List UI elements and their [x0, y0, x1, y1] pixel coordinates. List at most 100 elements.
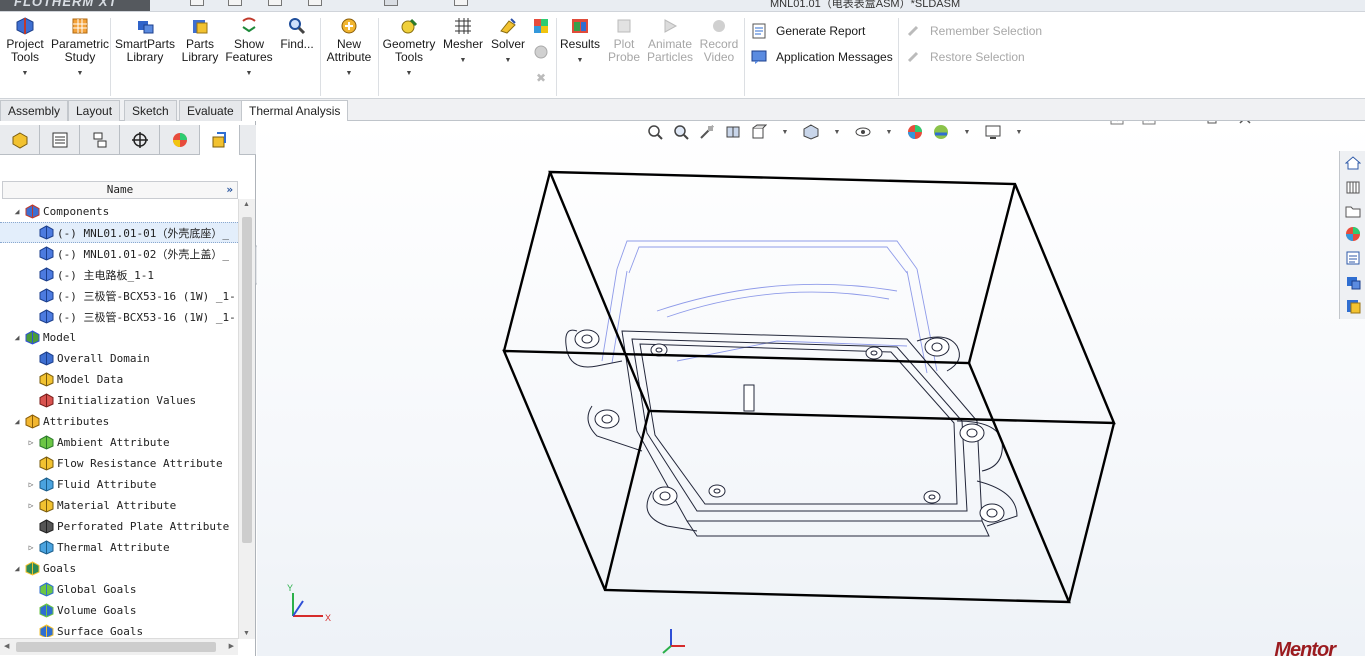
animate-particles-button[interactable]: Animate Particles	[646, 16, 694, 64]
tree-item[interactable]: ▷ Thermal Attribute	[0, 537, 238, 558]
project-tools-button[interactable]: Project Tools ▼	[4, 16, 46, 80]
graphics-viewport[interactable]: ▼ ▼ ▼ ▼ ▼ X Y Mentor	[257, 121, 1365, 656]
expand-toggle-icon[interactable]: ▷	[26, 543, 36, 552]
separator	[320, 18, 321, 96]
dropdown-arrow-icon[interactable]: ▼	[346, 67, 353, 80]
clear-icon[interactable]: ✖	[531, 68, 551, 88]
parametric-study-button[interactable]: Parametric Study ▼	[51, 16, 109, 80]
model-view[interactable]: X Y	[257, 121, 1365, 656]
mesher-button[interactable]: Mesher ▼	[440, 16, 486, 67]
show-features-icon	[239, 16, 259, 36]
triad-y-label: Y	[287, 583, 293, 593]
results-button[interactable]: Results ▼	[560, 16, 600, 67]
property-manager-tab[interactable]	[40, 125, 80, 155]
tab-evaluate[interactable]: Evaluate	[179, 100, 242, 121]
show-features-button[interactable]: Show Features ▼	[225, 16, 273, 80]
stop-icon[interactable]	[531, 42, 551, 62]
dropdown-arrow-icon[interactable]: ▼	[22, 67, 29, 80]
tree-horizontal-scrollbar[interactable]: ◀ ▶	[0, 638, 238, 655]
application-messages-button[interactable]: Application Messages	[750, 48, 893, 66]
triad-x-label: X	[325, 613, 331, 623]
dropdown-arrow-icon[interactable]: ▼	[505, 54, 512, 67]
tree-item[interactable]: (-) 三极管-BCX53-16 (1W) _1-	[0, 306, 238, 327]
save-icon[interactable]	[268, 0, 282, 6]
fluid-icon	[38, 477, 54, 493]
color-palette-icon[interactable]	[531, 16, 551, 36]
restore-selection-button[interactable]: Restore Selection	[904, 48, 1025, 66]
design-library-icon[interactable]	[1343, 177, 1363, 197]
file-explorer-icon[interactable]	[1343, 201, 1363, 221]
tree-group[interactable]: ◢ Attributes	[0, 411, 238, 432]
appearances-icon[interactable]	[1343, 224, 1363, 244]
enclosure-base	[565, 329, 1018, 537]
tree-item[interactable]: Volume Goals	[0, 600, 238, 621]
tree-item[interactable]: Global Goals	[0, 579, 238, 600]
tree-item-label: Goals	[43, 562, 77, 575]
tab-assembly[interactable]: Assembly	[0, 100, 69, 121]
solidworks-resources-icon[interactable]	[1343, 272, 1363, 292]
dropdown-arrow-icon[interactable]: ▼	[460, 54, 467, 67]
expand-columns-icon[interactable]: »	[226, 182, 233, 198]
tree-group[interactable]: ◢ Goals	[0, 558, 238, 579]
tree-group[interactable]: ◢ Components	[0, 201, 238, 222]
tree-item[interactable]: ▷ Ambient Attribute	[0, 432, 238, 453]
home-icon[interactable]	[1343, 153, 1363, 173]
find-button[interactable]: Find...	[278, 16, 316, 51]
expand-toggle-icon[interactable]: ◢	[12, 417, 22, 426]
configuration-tab[interactable]	[80, 125, 120, 155]
dimxpert-tab[interactable]	[120, 125, 160, 155]
plot-probe-button[interactable]: Plot Probe	[602, 16, 646, 64]
geometry-tools-button[interactable]: Geometry Tools ▼	[382, 16, 436, 80]
expand-toggle-icon[interactable]: ▷	[26, 438, 36, 447]
expand-toggle-icon[interactable]: ◢	[12, 564, 22, 573]
dropdown-arrow-icon[interactable]: ▼	[77, 67, 84, 80]
separator	[110, 18, 111, 96]
tree-group[interactable]: ◢ Model	[0, 327, 238, 348]
solver-button[interactable]: Solver ▼	[488, 16, 528, 67]
dropdown-arrow-icon[interactable]: ▼	[406, 67, 413, 80]
open-doc-icon[interactable]	[228, 0, 242, 6]
smartparts-library-button[interactable]: SmartParts Library	[115, 16, 175, 64]
tree-item[interactable]: Flow Resistance Attribute	[0, 453, 238, 474]
tab-layout[interactable]: Layout	[68, 100, 121, 121]
scrollbar-thumb[interactable]	[242, 217, 252, 543]
print-icon[interactable]	[308, 0, 322, 6]
tree-item[interactable]: Overall Domain	[0, 348, 238, 369]
generate-report-button[interactable]: Generate Report	[750, 22, 865, 40]
display-manager-tab[interactable]	[160, 125, 200, 155]
new-doc-icon[interactable]	[190, 0, 204, 6]
tree-column-header[interactable]: Name »	[2, 181, 238, 199]
tree-item[interactable]: ▷ Material Attribute	[0, 495, 238, 516]
dropdown-arrow-icon[interactable]: ▼	[577, 54, 584, 67]
parts-library-button[interactable]: Parts Library	[180, 16, 220, 64]
expand-toggle-icon[interactable]: ▷	[26, 501, 36, 510]
dropdown-arrow-icon[interactable]: ▼	[246, 67, 253, 80]
expand-toggle-icon[interactable]: ▷	[26, 480, 36, 489]
tree-item[interactable]: (-) 主电路板_1-1	[0, 264, 238, 285]
expand-toggle-icon[interactable]: ◢	[12, 207, 22, 216]
flotherm-tree-tab[interactable]	[200, 125, 240, 155]
parts-library-pane-icon[interactable]	[1343, 296, 1363, 316]
tree-item-label: Overall Domain	[57, 352, 150, 365]
tab-thermal-analysis[interactable]: Thermal Analysis	[241, 100, 349, 122]
tree-item[interactable]: (-) 三极管-BCX53-16 (1W) _1-	[0, 285, 238, 306]
tree-item[interactable]: Model Data	[0, 369, 238, 390]
remember-selection-button[interactable]: Remember Selection	[904, 22, 1042, 40]
tree-item[interactable]: (-) MNL01.01-01（外壳底座）_	[0, 222, 238, 243]
tab-sketch[interactable]: Sketch	[124, 100, 177, 121]
select-arrow-icon[interactable]	[384, 0, 398, 6]
new-attribute-button[interactable]: New Attribute ▼	[324, 16, 374, 80]
custom-properties-icon[interactable]	[1343, 248, 1363, 268]
tree-item[interactable]: (-) MNL01.01-02（外壳上盖）_	[0, 243, 238, 264]
expand-toggle-icon[interactable]: ◢	[12, 333, 22, 342]
rebuild-icon[interactable]	[454, 0, 468, 6]
scrollbar-thumb[interactable]	[16, 642, 216, 652]
tree-item[interactable]: ▷ Fluid Attribute	[0, 474, 238, 495]
report-icon	[750, 22, 768, 40]
tree-vertical-scrollbar[interactable]: ▲ ▼	[238, 199, 255, 639]
feature-tree-tab[interactable]	[0, 125, 40, 155]
tree-item[interactable]: Perforated Plate Attribute	[0, 516, 238, 537]
record-video-button[interactable]: Record Video	[698, 16, 740, 64]
tree-item[interactable]: Initialization Values	[0, 390, 238, 411]
tree-item[interactable]: Surface Goals	[0, 621, 238, 637]
